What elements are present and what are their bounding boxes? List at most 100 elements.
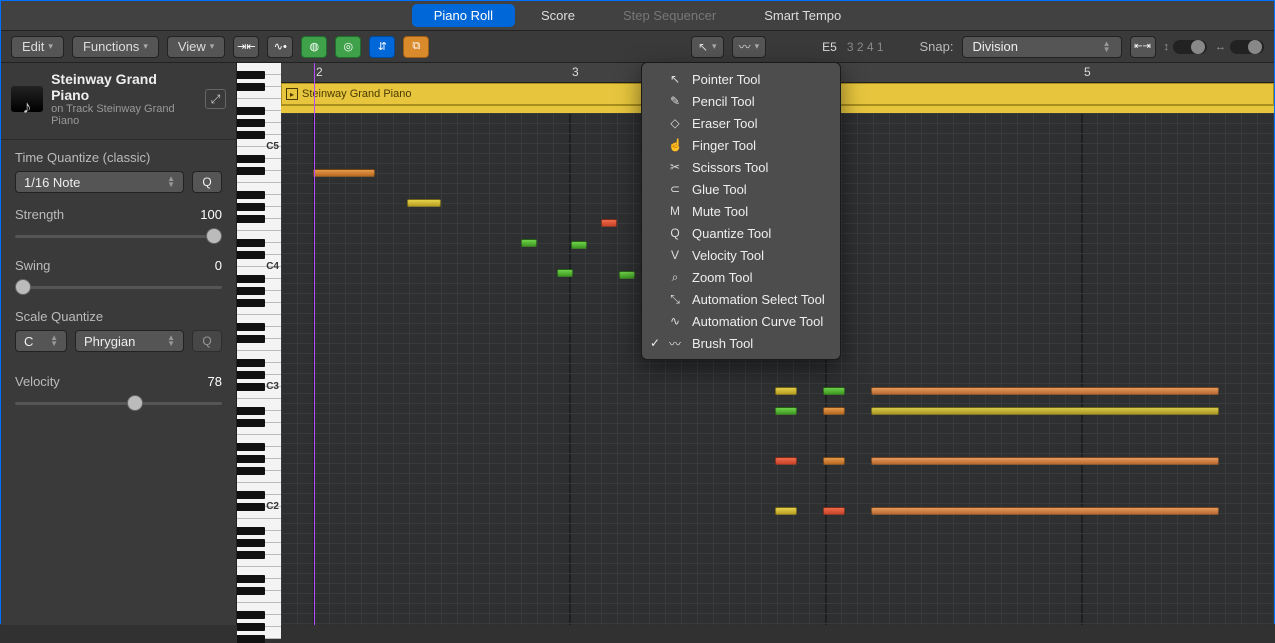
tool-icon: ⌕ <box>668 270 682 285</box>
tab-step-sequencer: Step Sequencer <box>601 4 738 27</box>
tool-menu-item[interactable]: ∿Automation Curve Tool <box>642 310 840 332</box>
tool-icon: V <box>668 248 682 262</box>
midi-note[interactable] <box>775 457 797 465</box>
midi-note[interactable] <box>619 271 635 279</box>
midi-note[interactable] <box>871 407 1219 415</box>
midi-note[interactable] <box>871 387 1219 395</box>
tool-menu-item[interactable]: ✎ Pencil Tool <box>642 90 840 112</box>
vertical-zoom-slider[interactable] <box>1173 40 1207 54</box>
strength-slider[interactable] <box>15 228 222 244</box>
collapse-icon[interactable]: ⇥⇤ <box>233 36 259 58</box>
tool-menu[interactable]: ↖ Pointer Tool ✎ Pencil Tool ◇ Eraser Tool ☝Fi… <box>641 62 841 360</box>
octave-label: C5 <box>266 141 279 152</box>
scale-mode-select[interactable]: Phrygian▲▼ <box>75 330 184 352</box>
tool-menu-item[interactable]: ⤡Automation Select Tool <box>642 288 840 310</box>
tool-label: Velocity Tool <box>692 248 764 263</box>
playhead[interactable] <box>314 63 315 625</box>
midi-note[interactable] <box>601 219 617 227</box>
midi-note[interactable] <box>871 457 1219 465</box>
piano-keyboard[interactable]: C5 C4 C3 C2 <box>237 63 281 625</box>
region-title: Steinway Grand Piano <box>51 71 197 103</box>
strength-label: Strength <box>15 207 64 222</box>
functions-menu[interactable]: Functions▾ <box>72 36 159 58</box>
tool-label: Automation Curve Tool <box>692 314 823 329</box>
tool-icon: 〰 <box>668 335 682 352</box>
link-icon[interactable]: ⧉ <box>403 36 429 58</box>
swing-slider[interactable] <box>15 279 222 295</box>
tool-label: Quantize Tool <box>692 226 771 241</box>
midi-note[interactable] <box>775 507 797 515</box>
scale-root-select[interactable]: C▲▼ <box>15 330 67 352</box>
tool-menu-item[interactable]: MMute Tool <box>642 200 840 222</box>
scale-quantize-button[interactable]: Q <box>192 330 222 352</box>
tool-label: Pencil Tool <box>692 94 755 109</box>
midi-note[interactable] <box>775 407 797 415</box>
catch-icon[interactable]: ⇵ <box>369 36 395 58</box>
tool-icon: Q <box>668 226 682 240</box>
toolbar: Edit▾ Functions▾ View▾ ⇥⇤ ∿• ◍ ◎ ⇵ ⧉ ↖▾ … <box>1 31 1274 63</box>
midi-note[interactable] <box>571 241 587 249</box>
tool-menu-item[interactable]: ✓〰Brush Tool <box>642 332 840 354</box>
tool-icon: ⊂ <box>668 182 682 196</box>
midi-note[interactable] <box>313 169 375 177</box>
position-display: E5 3 2 4 1 <box>822 40 883 54</box>
midi-note[interactable] <box>823 507 845 515</box>
tool-label: Pointer Tool <box>692 72 760 87</box>
tool-label: Glue Tool <box>692 182 747 197</box>
midi-in-icon[interactable]: ◍ <box>301 36 327 58</box>
tool-menu-item[interactable]: ✂ Scissors Tool <box>642 156 840 178</box>
zoom-fit-icon[interactable]: ⇤⇥ <box>1130 36 1156 58</box>
tool-menu-item[interactable]: ◇ Eraser Tool <box>642 112 840 134</box>
view-menu[interactable]: View▾ <box>167 36 225 58</box>
right-tool-selector[interactable]: 〰▾ <box>732 36 767 58</box>
display-note: E5 <box>822 40 837 54</box>
midi-note[interactable] <box>407 199 441 207</box>
octave-label: C3 <box>266 381 279 392</box>
horizontal-zoom-slider[interactable] <box>1230 40 1264 54</box>
midi-note[interactable] <box>823 407 845 415</box>
tool-label: Eraser Tool <box>692 116 758 131</box>
horizontal-zoom-icon: ↔ <box>1215 41 1226 53</box>
midi-note[interactable] <box>557 269 573 277</box>
expand-inspector-icon[interactable]: ⤢ <box>205 89 226 109</box>
tool-menu-item[interactable]: Q Quantize Tool <box>642 222 840 244</box>
tool-menu-item[interactable]: ⊂ Glue Tool <box>642 178 840 200</box>
tool-icon: ↖ <box>668 72 682 86</box>
tool-icon: M <box>668 204 682 218</box>
bar-label: 3 <box>572 65 579 79</box>
tab-piano-roll[interactable]: Piano Roll <box>412 4 515 27</box>
tool-label: Brush Tool <box>692 336 753 351</box>
snap-select[interactable]: Division▲▼ <box>962 36 1122 58</box>
bar-label: 5 <box>1084 65 1091 79</box>
swing-value: 0 <box>215 258 222 273</box>
tool-menu-item[interactable]: ☝Finger Tool <box>642 134 840 156</box>
midi-note[interactable] <box>775 387 797 395</box>
time-quantize-select[interactable]: 1/16 Note▲▼ <box>15 171 184 193</box>
octave-label: C2 <box>266 501 279 512</box>
tool-label: Scissors Tool <box>692 160 768 175</box>
quantize-button[interactable]: Q <box>192 171 222 193</box>
tool-menu-item[interactable]: V Velocity Tool <box>642 244 840 266</box>
edit-menu[interactable]: Edit▾ <box>11 36 64 58</box>
tool-icon: ✂ <box>668 160 682 174</box>
swing-label: Swing <box>15 258 50 273</box>
midi-note[interactable] <box>521 239 537 247</box>
tool-menu-item[interactable]: ↖ Pointer Tool <box>642 68 840 90</box>
midi-note[interactable] <box>823 387 845 395</box>
scale-quantize-label: Scale Quantize <box>15 309 222 324</box>
midi-note[interactable] <box>823 457 845 465</box>
midi-out-icon[interactable]: ◎ <box>335 36 361 58</box>
velocity-slider[interactable] <box>15 395 222 411</box>
tab-score[interactable]: Score <box>519 4 597 27</box>
left-tool-selector[interactable]: ↖▾ <box>691 36 724 58</box>
automation-icon[interactable]: ∿• <box>267 36 293 58</box>
tool-icon: ✎ <box>668 94 682 108</box>
tool-menu-item[interactable]: ⌕Zoom Tool <box>642 266 840 288</box>
tool-icon: ⤡ <box>668 292 682 307</box>
octave-label: C4 <box>266 261 279 272</box>
tool-icon: ☝ <box>668 138 682 152</box>
display-numbers: 3 2 4 1 <box>847 40 884 54</box>
tab-smart-tempo[interactable]: Smart Tempo <box>742 4 863 27</box>
tool-icon: ◇ <box>668 116 682 130</box>
midi-note[interactable] <box>871 507 1219 515</box>
